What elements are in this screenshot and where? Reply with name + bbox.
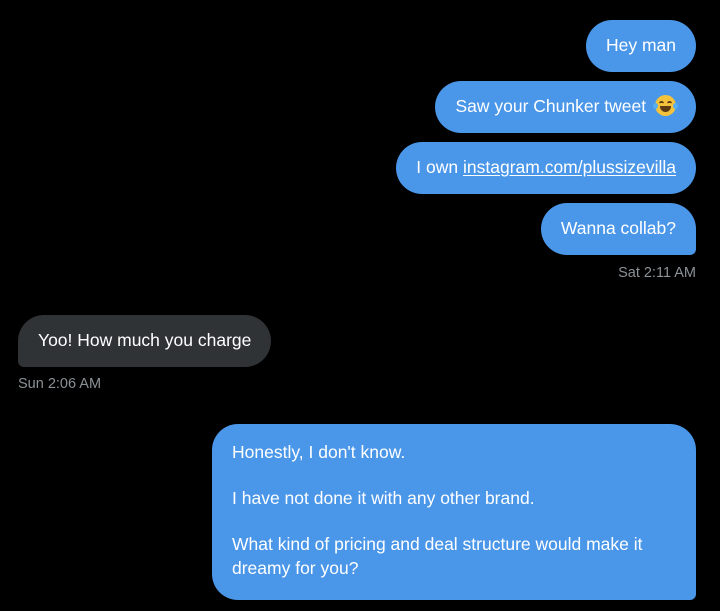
message-bubble-outgoing[interactable]: Honestly, I don't know. I have not done … — [212, 424, 696, 600]
face-with-tears-of-joy-icon — [653, 95, 678, 116]
message-paragraph: Honestly, I don't know. — [232, 442, 406, 462]
message-timestamp: Sun 2:06 AM — [18, 376, 102, 392]
message-bubble-outgoing[interactable]: I own instagram.com/plussizevilla — [396, 142, 696, 194]
message-text: I own — [416, 157, 463, 177]
message-text: Wanna collab? — [560, 218, 676, 238]
message-paragraph: I have not done it with any other brand. — [232, 488, 535, 508]
message-bubble-outgoing[interactable]: Wanna collab? — [540, 203, 696, 255]
message-text: Hey man — [605, 35, 676, 55]
message-text: Saw your Chunker tweet — [455, 96, 647, 116]
message-paragraph: What kind of pricing and deal structure … — [232, 534, 643, 578]
instagram-link[interactable]: instagram.com/plussizevilla — [463, 157, 676, 177]
message-bubble-outgoing[interactable]: Saw your Chunker tweet — [435, 81, 696, 133]
message-bubble-incoming[interactable]: Yoo! How much you charge — [18, 315, 272, 367]
message-timestamp: Sat 2:11 AM — [618, 265, 696, 281]
message-bubble-outgoing[interactable]: Hey man — [585, 20, 696, 72]
message-text: Yoo! How much you charge — [38, 330, 252, 350]
